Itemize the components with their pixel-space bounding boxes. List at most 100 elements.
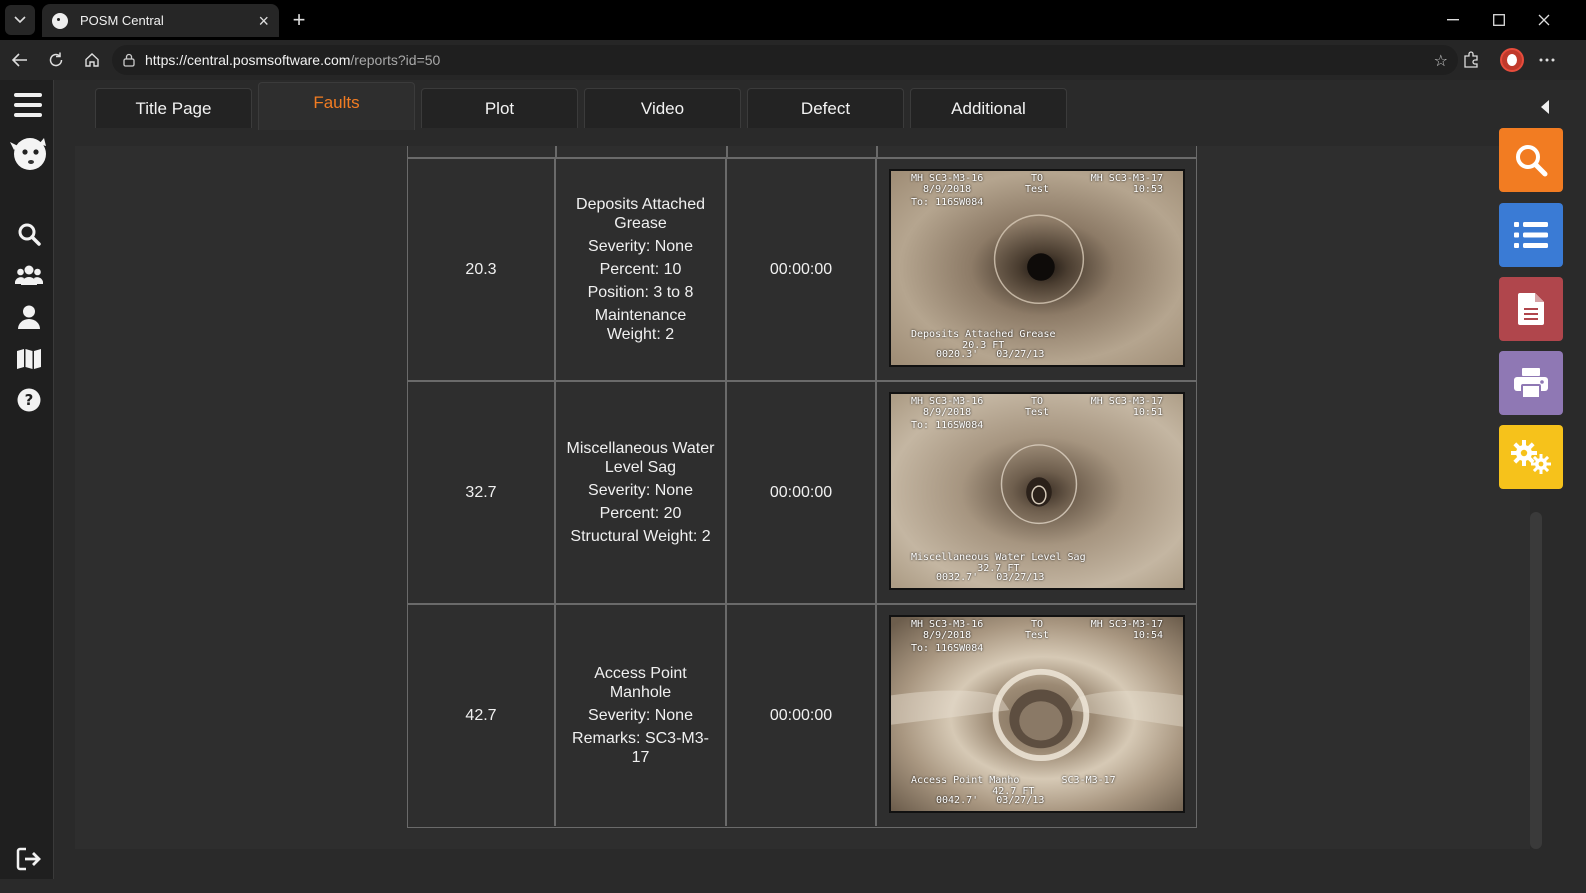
tab-title-page[interactable]: Title Page	[95, 88, 252, 128]
back-button[interactable]	[6, 46, 34, 74]
address-bar-row: https://central.posmsoftware.com/reports…	[0, 40, 1586, 80]
settings-tool-button[interactable]	[1499, 425, 1563, 489]
overlay-text: Access Point Manho SC3-M3-17 42.7 FT	[911, 775, 1116, 797]
table-row: 42.7 Access Point Manhole Severity: None…	[408, 603, 1196, 826]
favorite-star-icon[interactable]: ☆	[1434, 51, 1448, 71]
map-icon[interactable]	[15, 345, 43, 373]
observation-cell: Miscellaneous Water Level Sag Severity: …	[556, 382, 727, 603]
profile-avatar[interactable]	[1500, 48, 1524, 72]
faults-table: 20.3 Deposits Attached Grease Severity: …	[407, 157, 1197, 828]
print-tool-button[interactable]	[1499, 351, 1563, 415]
overlay-text: Deposits Attached Grease 20.3 FT	[911, 329, 1056, 351]
snapshot-cell: MH SC3-M3-16 8/9/2018 TO Test MH SC3-M3-…	[877, 159, 1196, 380]
overlay-text: MH SC3-M3-17 10:51	[1090, 396, 1163, 418]
back-arrow-icon	[12, 53, 27, 67]
list-tool-button[interactable]	[1499, 203, 1563, 267]
tab-additional[interactable]: Additional	[910, 88, 1067, 128]
overlay-text: 0032.7' 03/27/13	[936, 572, 1045, 583]
observation-line: Percent: 20	[599, 505, 682, 522]
overlay-text: MH SC3-M3-17 10:53	[1090, 173, 1163, 195]
pipe-snapshot-image[interactable]: MH SC3-M3-16 8/9/2018 TO Test MH SC3-M3-…	[889, 615, 1185, 813]
observation-line: Structural Weight: 2	[570, 528, 711, 545]
svg-text:?: ?	[25, 391, 34, 409]
home-button[interactable]	[78, 46, 106, 74]
close-icon	[1538, 14, 1550, 26]
snapshot-cell: MH SC3-M3-16 8/9/2018 TO Test MH SC3-M3-…	[877, 382, 1196, 603]
observation-cell: Access Point Manhole Severity: None Rema…	[556, 605, 727, 826]
close-tab-icon[interactable]: ×	[258, 12, 269, 30]
close-window-button[interactable]	[1521, 0, 1567, 40]
observation-line: Position: 3 to 8	[587, 284, 694, 301]
observation-line: Remarks: SC3-M3-17	[572, 730, 709, 766]
maximize-button[interactable]	[1476, 0, 1522, 40]
overlay-text: MH SC3-M3-16 8/9/2018	[911, 396, 984, 418]
observation-line: Deposits Attached Grease	[576, 196, 705, 232]
document-icon	[1518, 293, 1544, 325]
hamburger-menu-icon[interactable]	[14, 93, 42, 117]
logout-icon[interactable]	[16, 847, 42, 871]
tab-faults[interactable]: Faults	[258, 82, 415, 130]
tab-list-button[interactable]	[5, 5, 35, 35]
observation-line: Severity: None	[588, 482, 693, 499]
more-menu-button[interactable]	[1534, 47, 1560, 73]
home-icon	[85, 53, 99, 67]
search-tool-button[interactable]	[1499, 128, 1563, 192]
table-top-edge	[407, 146, 1197, 157]
browser-tab-title: POSM Central	[80, 13, 164, 28]
overlay-text: To: 116SW084	[911, 197, 984, 208]
overlay-text: 0020.3' 03/27/13	[936, 349, 1045, 360]
table-row: 32.7 Miscellaneous Water Level Sag Sever…	[408, 380, 1196, 603]
observation-line: Severity: None	[588, 238, 693, 255]
url-path: /reports?id=50	[350, 52, 441, 68]
overlay-text: To: 116SW084	[911, 643, 984, 654]
vertical-scrollbar[interactable]	[1530, 512, 1542, 849]
overlay-text: To: 116SW084	[911, 420, 984, 431]
tab-video[interactable]: Video	[584, 88, 741, 128]
observation-line: Miscellaneous Water Level Sag	[566, 440, 715, 476]
tab-defect[interactable]: Defect	[747, 88, 904, 128]
report-tool-button[interactable]	[1499, 277, 1563, 341]
list-icon	[1514, 222, 1548, 248]
minimize-button[interactable]	[1430, 0, 1476, 40]
overlay-text: MH SC3-M3-17 10:54	[1090, 619, 1163, 641]
time-cell: 00:00:00	[727, 159, 877, 380]
minimize-icon	[1447, 19, 1459, 21]
pipe-snapshot-image[interactable]: MH SC3-M3-16 8/9/2018 TO Test MH SC3-M3-…	[889, 169, 1185, 367]
observation-line: Severity: None	[588, 707, 693, 724]
time-cell: 00:00:00	[727, 382, 877, 603]
reload-button[interactable]	[42, 46, 70, 74]
snapshot-cell: MH SC3-M3-16 8/9/2018 TO Test MH SC3-M3-…	[877, 605, 1196, 826]
collapse-panel-icon[interactable]	[1541, 100, 1549, 114]
distance-cell: 42.7	[408, 605, 556, 826]
observation-line: Access Point Manhole	[594, 665, 687, 701]
overlay-text: MH SC3-M3-16 8/9/2018	[911, 173, 984, 195]
browser-titlebar: POSM Central × +	[0, 0, 1586, 40]
observation-line: Percent: 10	[599, 261, 682, 278]
chevron-down-icon	[14, 16, 26, 24]
tab-plot[interactable]: Plot	[421, 88, 578, 128]
search-icon	[1516, 145, 1548, 177]
reload-icon	[49, 52, 63, 67]
users-icon[interactable]	[15, 261, 43, 289]
extensions-button[interactable]	[1458, 47, 1484, 73]
gears-icon	[1511, 440, 1551, 474]
posm-logo-icon	[10, 138, 46, 170]
user-icon[interactable]	[15, 303, 43, 331]
maximize-icon	[1493, 14, 1505, 26]
observation-line: Maintenance Weight: 2	[594, 307, 687, 343]
distance-cell: 20.3	[408, 159, 556, 380]
pipe-snapshot-image[interactable]: MH SC3-M3-16 8/9/2018 TO Test MH SC3-M3-…	[889, 392, 1185, 590]
more-dots-icon	[1539, 58, 1555, 62]
url-field[interactable]: https://central.posmsoftware.com/reports…	[112, 45, 1458, 75]
overlay-text: MH SC3-M3-16 8/9/2018	[911, 619, 984, 641]
lock-icon	[122, 53, 136, 67]
posm-favicon-icon	[52, 12, 68, 29]
new-tab-button[interactable]: +	[285, 6, 313, 34]
observation-cell: Deposits Attached Grease Severity: None …	[556, 159, 727, 380]
browser-tab[interactable]: POSM Central ×	[42, 4, 279, 37]
distance-cell: 32.7	[408, 382, 556, 603]
overlay-text: TO Test	[1025, 173, 1050, 195]
search-icon[interactable]	[15, 220, 43, 248]
help-icon[interactable]: ?	[15, 386, 43, 414]
time-cell: 00:00:00	[727, 605, 877, 826]
